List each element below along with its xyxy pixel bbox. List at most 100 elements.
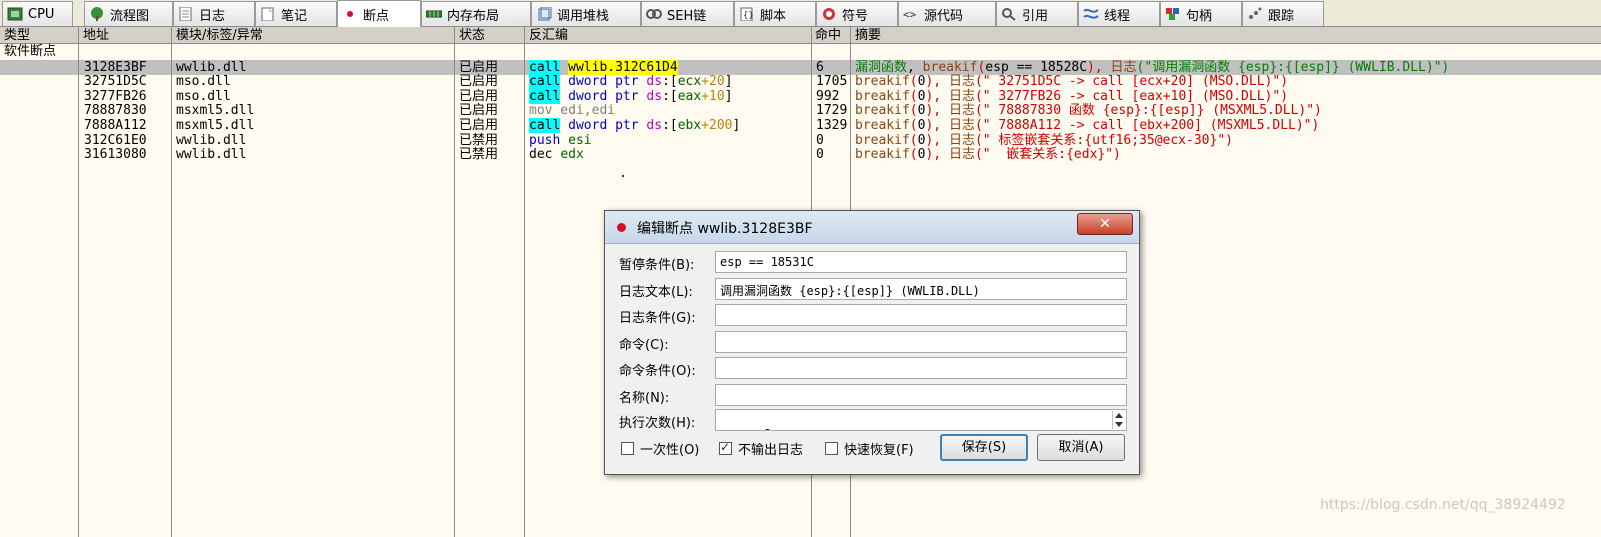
log-icon — [178, 6, 194, 22]
spin-arrows-icon[interactable] — [1112, 411, 1125, 429]
column-header-module[interactable]: 模块/标签/异常 — [176, 27, 263, 44]
save-button[interactable]: 保存(S) — [940, 434, 1028, 461]
tab-threads[interactable]: 线程 — [1078, 1, 1160, 26]
column-header-state[interactable]: 状态 — [459, 27, 485, 44]
call-stack-icon — [536, 6, 552, 21]
column-separator[interactable] — [454, 27, 455, 537]
seh-icon — [646, 7, 662, 21]
cancel-button[interactable]: 取消(A) — [1037, 434, 1125, 461]
name-input[interactable] — [715, 383, 1127, 406]
cell-module: mso.dll — [176, 88, 231, 104]
checkbox-box-checked[interactable] — [719, 440, 732, 455]
command-condition-label: 命令条件(O): — [619, 364, 696, 379]
tab-call-stack[interactable]: 调用堆栈 — [531, 1, 641, 26]
column-header-hits[interactable]: 命中 — [815, 27, 841, 44]
table-row[interactable]: 32751D5C mso.dll 已启用 call dword ptr ds:[… — [0, 74, 1601, 90]
tab-source[interactable]: <> 源代码 — [898, 1, 996, 26]
tab-breakpoints[interactable]: 断点 — [337, 0, 421, 27]
log-condition-label: 日志条件(G): — [619, 311, 696, 326]
cell-module: wwlib.dll — [176, 132, 247, 148]
tab-seh[interactable]: SEH链 — [641, 1, 734, 26]
tab-label: 脚本 — [760, 8, 787, 24]
command-condition-input[interactable] — [715, 357, 1127, 379]
cell-module: wwlib.dll — [176, 147, 247, 163]
tab-references[interactable]: 引用 — [996, 1, 1078, 26]
trace-icon — [1247, 7, 1263, 21]
cell-state: 已禁用 — [459, 132, 499, 148]
table-row[interactable]: 31613080 wwlib.dll 已禁用 dec edx 0 breakif… — [0, 147, 1601, 163]
log-text-label: 日志文本(L): — [619, 284, 693, 300]
column-separator[interactable] — [78, 27, 79, 537]
column-header-summary[interactable]: 摘要 — [855, 27, 881, 44]
cell-summary: breakif(0), 日志(" 嵌套关系:{edx}") — [855, 147, 1121, 163]
cell-address: 312C61E0 — [84, 132, 147, 148]
table-row[interactable]: 7888A112 msxml5.dll 已启用 call dword ptr d… — [0, 117, 1601, 134]
table-header: 类型 地址 模块/标签/异常 状态 反汇编 命中 摘要 — [0, 27, 1601, 44]
notes-icon — [260, 7, 276, 22]
cell-address: 32751D5C — [84, 74, 147, 90]
tab-symbols[interactable]: 符号 — [816, 1, 898, 26]
column-separator[interactable] — [524, 27, 525, 537]
table-row[interactable]: 3128E3BF wwlib.dll 已启用 call wwlib.312C61… — [0, 59, 1601, 76]
tab-graph[interactable]: 流程图 — [84, 1, 173, 26]
tab-script[interactable]: {} 脚本 — [734, 1, 816, 26]
table-row[interactable]: 78887830 msxml5.dll 已启用 mov edi,edi 1729… — [0, 103, 1601, 119]
fast-resume-checkbox[interactable]: 快速恢复(F) — [825, 440, 914, 458]
tab-trace[interactable]: 跟踪 — [1242, 1, 1324, 26]
hit-count-label: 执行次数(H): — [619, 416, 696, 431]
column-header-type[interactable]: 类型 — [4, 27, 30, 44]
source-icon: <> — [903, 7, 919, 21]
hit-count-spinbox[interactable]: 6 — [715, 409, 1127, 431]
cell-hits: 1329 — [816, 117, 848, 133]
tab-handles[interactable]: 句柄 — [1160, 1, 1242, 26]
breakpoint-dot-icon — [617, 223, 626, 232]
watermark: https://blog.csdn.net/qq_38924492 — [1320, 497, 1566, 513]
cell-hits: 1705 — [816, 74, 848, 90]
tab-label: 源代码 — [924, 8, 964, 24]
pause-condition-input[interactable]: esp == 18531C — [715, 251, 1127, 273]
tab-notes[interactable]: 笔记 — [255, 1, 337, 26]
checkbox-box[interactable] — [621, 441, 634, 455]
no-log-checkbox[interactable]: 不输出日志 — [719, 440, 803, 458]
table-row[interactable]: 312C61E0 wwlib.dll 已禁用 push esi 0 breaki… — [0, 132, 1601, 149]
cell-module: wwlib.dll — [176, 59, 247, 75]
dialog-titlebar[interactable]: 编辑断点 wwlib.3128E3BF ✕ — [605, 211, 1139, 244]
threads-icon — [1083, 7, 1099, 21]
handles-icon — [1165, 7, 1181, 21]
cell-hits: 0 — [816, 132, 824, 148]
cell-summary: breakif(0), 日志(" 78887830 函数 {esp}:{[esp… — [855, 103, 1322, 119]
tab-label: CPU — [28, 6, 55, 22]
script-icon: {} — [739, 7, 755, 22]
cell-disasm: call dword ptr ds:[ebx+200] — [529, 117, 741, 133]
log-text-input[interactable]: 调用漏洞函数 {esp}:{[esp]} (WWLIB.DLL) — [715, 277, 1127, 300]
stray-pixel — [622, 175, 624, 177]
cell-disasm: call wwlib.312C61D4 — [529, 59, 678, 75]
cell-disasm: call dword ptr ds:[ecx+20] — [529, 74, 733, 90]
one-shot-checkbox[interactable]: 一次性(O) — [621, 440, 699, 458]
tab-memory-map[interactable]: 内存布局 — [421, 1, 531, 26]
dialog-title: 编辑断点 wwlib.3128E3BF — [637, 221, 813, 237]
column-separator[interactable] — [171, 27, 172, 537]
cell-address: 31613080 — [84, 147, 147, 163]
checkbox-box[interactable] — [825, 441, 838, 455]
tab-bar: CPU 流程图 日志 笔记 断点 内存布局 调用堆栈 SEH链 {} 脚本 符号… — [0, 0, 1601, 27]
cell-summary: 漏洞函数, breakif(esp == 18528C), 日志("调用漏洞函数… — [855, 59, 1450, 75]
close-button[interactable]: ✕ — [1077, 213, 1133, 235]
tab-log[interactable]: 日志 — [173, 1, 255, 26]
cell-module: msxml5.dll — [176, 103, 255, 119]
table-row[interactable]: 3277FB26 mso.dll 已启用 call dword ptr ds:[… — [0, 88, 1601, 105]
symbols-icon — [821, 7, 837, 21]
hit-count-value: 6 — [763, 427, 770, 430]
cell-summary: breakif(0), 日志(" 3277FB26 -> call [eax+1… — [855, 88, 1289, 104]
svg-text:<>: <> — [903, 8, 917, 21]
command-label: 命令(C): — [619, 337, 669, 353]
cell-state: 已启用 — [459, 88, 499, 104]
cell-state: 已启用 — [459, 117, 499, 133]
tab-cpu[interactable]: CPU — [2, 1, 73, 26]
cell-disasm: mov edi,edi — [529, 103, 616, 119]
command-input[interactable] — [715, 330, 1127, 353]
log-condition-input[interactable] — [715, 304, 1127, 326]
column-header-disasm[interactable]: 反汇编 — [529, 27, 568, 44]
edit-breakpoint-dialog: 编辑断点 wwlib.3128E3BF ✕ 暂停条件(B): esp == 18… — [604, 210, 1140, 475]
column-header-address[interactable]: 地址 — [83, 27, 109, 44]
